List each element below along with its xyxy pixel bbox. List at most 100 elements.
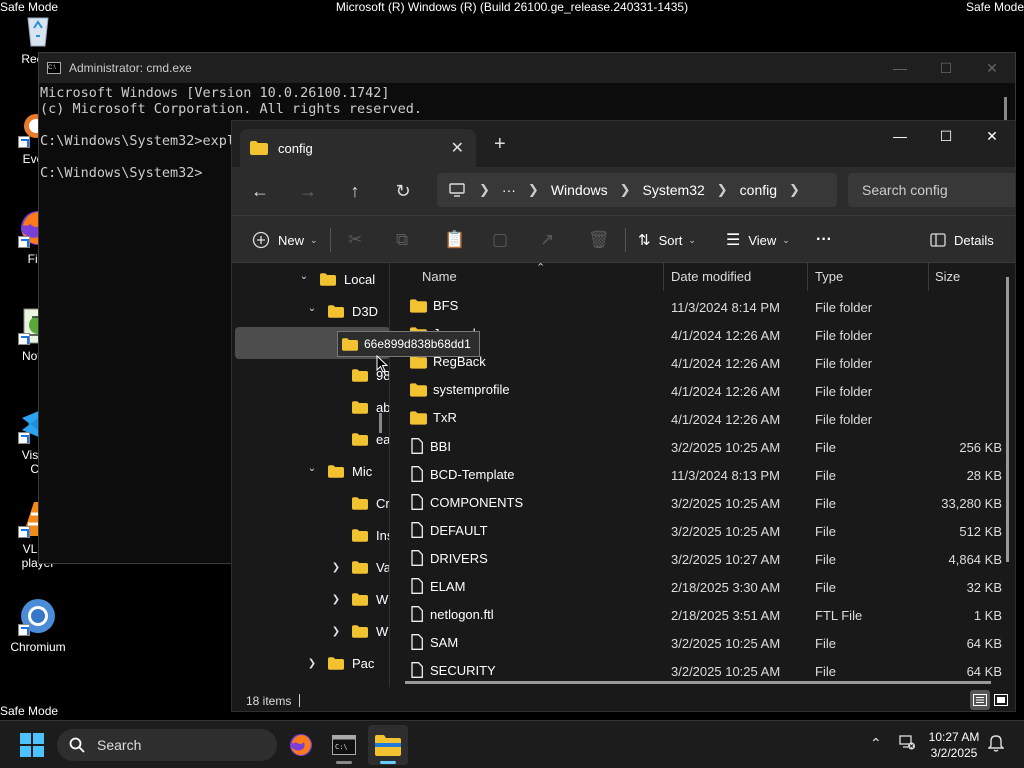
- rename-icon[interactable]: ▢: [492, 228, 508, 252]
- nav-tree-item[interactable]: ❯ W: [328, 615, 388, 647]
- address-bar[interactable]: ❯ ··· ❯ Windows ❯ System32 ❯ config ❯: [437, 173, 837, 207]
- taskbar-file-explorer[interactable]: [368, 725, 408, 765]
- start-button[interactable]: [20, 733, 44, 762]
- file-type: File folder: [815, 356, 873, 371]
- file-date-modified: 3/2/2025 10:25 AM: [671, 440, 781, 455]
- column-header-size[interactable]: Size: [935, 269, 960, 284]
- file-row[interactable]: RegBack 4/1/2024 12:26 AM File folder: [390, 349, 1002, 377]
- file-row[interactable]: netlogon.ftl 2/18/2025 3:51 AM FTL File …: [390, 601, 1002, 629]
- view-button[interactable]: ☰ View ⌄: [726, 228, 790, 252]
- chevron-right-icon[interactable]: ❯: [328, 594, 344, 605]
- file-row[interactable]: BBI 3/2/2025 10:25 AM File 256 KB: [390, 433, 1002, 461]
- breadcrumb-segment[interactable]: Windows: [551, 182, 608, 198]
- network-disconnected-icon[interactable]: [898, 733, 916, 754]
- desktop-icon-chromium[interactable]: Chromium: [3, 596, 73, 654]
- taskbar-search-box[interactable]: Search: [57, 729, 277, 761]
- column-header-name[interactable]: Name: [422, 269, 457, 284]
- file-row[interactable]: DRIVERS 3/2/2025 10:27 AM File 4,864 KB: [390, 545, 1002, 573]
- explorer-minimize-button[interactable]: —: [877, 121, 923, 151]
- chevron-right-icon[interactable]: ❯: [328, 626, 344, 637]
- more-options-icon[interactable]: ···: [816, 228, 832, 252]
- nav-pane-scrollbar[interactable]: [379, 413, 382, 433]
- details-button[interactable]: Details: [930, 228, 994, 252]
- chevron-right-icon[interactable]: ❯: [304, 658, 320, 669]
- chevron-right-icon[interactable]: ❯: [328, 562, 344, 573]
- nav-tree-item[interactable]: ❯ W: [328, 583, 388, 615]
- notification-bell-icon[interactable]: [987, 734, 1005, 755]
- file-row[interactable]: BFS 11/3/2024 8:14 PM File folder: [390, 293, 1002, 321]
- chevron-down-icon[interactable]: ⌄: [304, 463, 320, 474]
- file-row[interactable]: COMPONENTS 3/2/2025 10:25 AM File 33,280…: [390, 489, 1002, 517]
- file-row[interactable]: ELAM 2/18/2025 3:30 AM File 32 KB: [390, 573, 1002, 601]
- column-divider[interactable]: [663, 263, 664, 291]
- tab-close-icon[interactable]: ✕: [451, 138, 464, 158]
- folder-icon: [352, 528, 368, 542]
- chevron-right-icon[interactable]: ❯: [620, 182, 631, 198]
- column-header-date[interactable]: Date modified: [671, 269, 751, 284]
- nav-tree-item[interactable]: Ins: [328, 519, 389, 551]
- file-list-horizontal-scrollbar[interactable]: [405, 681, 991, 684]
- cmd-close-button[interactable]: ✕: [969, 53, 1015, 83]
- chevron-down-icon[interactable]: ⌄: [304, 303, 320, 314]
- tiles-view-toggle[interactable]: [991, 690, 1011, 710]
- nav-tree-item[interactable]: ⌄ Local: [296, 263, 375, 295]
- copy-icon[interactable]: ⧉: [396, 228, 408, 252]
- nav-tree-item[interactable]: Cr: [328, 487, 389, 519]
- breadcrumb-segment[interactable]: System32: [643, 182, 705, 198]
- address-overflow[interactable]: ···: [502, 182, 516, 198]
- nav-tree-item[interactable]: ❯ Va: [328, 551, 389, 583]
- chevron-down-icon[interactable]: ⌄: [296, 271, 312, 282]
- taskbar-terminal[interactable]: C:\: [324, 725, 364, 765]
- show-hidden-icons-chevron-up-icon[interactable]: ⌃: [870, 735, 882, 752]
- file-row[interactable]: SAM 3/2/2025 10:25 AM File 64 KB: [390, 629, 1002, 657]
- nav-tree-label: Local: [344, 271, 376, 287]
- column-divider[interactable]: [928, 263, 929, 291]
- taskbar-firefox[interactable]: [281, 725, 321, 765]
- up-arrow-icon[interactable]: ↑: [341, 177, 369, 205]
- file-row[interactable]: TxR 4/1/2024 12:26 AM File folder: [390, 405, 1002, 433]
- nav-tree-item[interactable]: ⌄ Mic: [304, 455, 372, 487]
- refresh-icon[interactable]: ↻: [389, 177, 417, 205]
- file-row[interactable]: DEFAULT 3/2/2025 10:25 AM File 512 KB: [390, 517, 1002, 545]
- file-row[interactable]: BCD-Template 11/3/2024 8:13 PM File 28 K…: [390, 461, 1002, 489]
- nav-tree-item[interactable]: ⌄ D3D: [304, 295, 378, 327]
- navigation-pane[interactable]: ⌄Local⌄D3D98abea⌄MicCrIns❯Va❯W❯W❯Pac: [232, 263, 390, 687]
- file-row[interactable]: systemprofile 4/1/2024 12:26 AM File fol…: [390, 377, 1002, 405]
- file-date-modified: 4/1/2024 12:26 AM: [671, 356, 781, 371]
- column-divider[interactable]: [807, 263, 808, 291]
- file-row[interactable]: Journal 4/1/2024 12:26 AM File folder: [390, 321, 1002, 349]
- details-view-toggle[interactable]: [970, 690, 990, 710]
- cmd-titlebar[interactable]: C:\ Administrator: cmd.exe: [39, 53, 1015, 83]
- file-explorer-window[interactable]: config ✕ + — ☐ ✕ ← → ↑ ↻ ❯ ··· ❯ Windows ❯…: [231, 120, 1016, 712]
- sort-button[interactable]: ⇅ Sort ⌄: [638, 228, 696, 252]
- chevron-right-icon[interactable]: ❯: [789, 182, 800, 198]
- share-icon[interactable]: ↗: [540, 228, 554, 252]
- cmd-maximize-button[interactable]: ☐: [923, 53, 969, 83]
- cmd-minimize-button[interactable]: —: [877, 53, 923, 83]
- forward-arrow-icon[interactable]: →: [294, 177, 322, 205]
- new-button[interactable]: New ⌄: [252, 228, 318, 252]
- delete-icon[interactable]: 🗑: [588, 228, 610, 252]
- column-header-type[interactable]: Type: [815, 269, 843, 284]
- paste-icon[interactable]: 📋: [444, 228, 465, 252]
- search-icon: [69, 737, 85, 753]
- cut-icon[interactable]: ✂: [348, 228, 362, 252]
- breadcrumb-segment[interactable]: config: [740, 182, 777, 198]
- chevron-right-icon[interactable]: ❯: [528, 182, 539, 198]
- explorer-maximize-button[interactable]: ☐: [923, 121, 969, 151]
- new-tab-button[interactable]: +: [494, 133, 506, 156]
- chevron-right-icon[interactable]: ❯: [479, 182, 490, 198]
- file-list-vertical-scrollbar[interactable]: [1006, 277, 1009, 562]
- back-arrow-icon[interactable]: ←: [246, 177, 274, 205]
- shortcut-arrow-icon: [18, 136, 30, 148]
- explorer-tab[interactable]: config ✕: [240, 129, 476, 167]
- explorer-close-button[interactable]: ✕: [969, 121, 1015, 151]
- file-list[interactable]: Name ⌃ Date modified Type Size BFS 11/3/…: [390, 263, 1015, 687]
- search-input[interactable]: Search config: [848, 173, 1015, 207]
- chevron-right-icon[interactable]: ❯: [717, 182, 728, 198]
- nav-tree-item[interactable]: ❯ Pac: [304, 647, 375, 679]
- folder-icon: [250, 141, 268, 155]
- system-clock[interactable]: 10:27 AM 3/2/2025: [918, 729, 990, 761]
- view-button-label: View: [748, 232, 777, 248]
- file-name: SECURITY: [430, 662, 496, 678]
